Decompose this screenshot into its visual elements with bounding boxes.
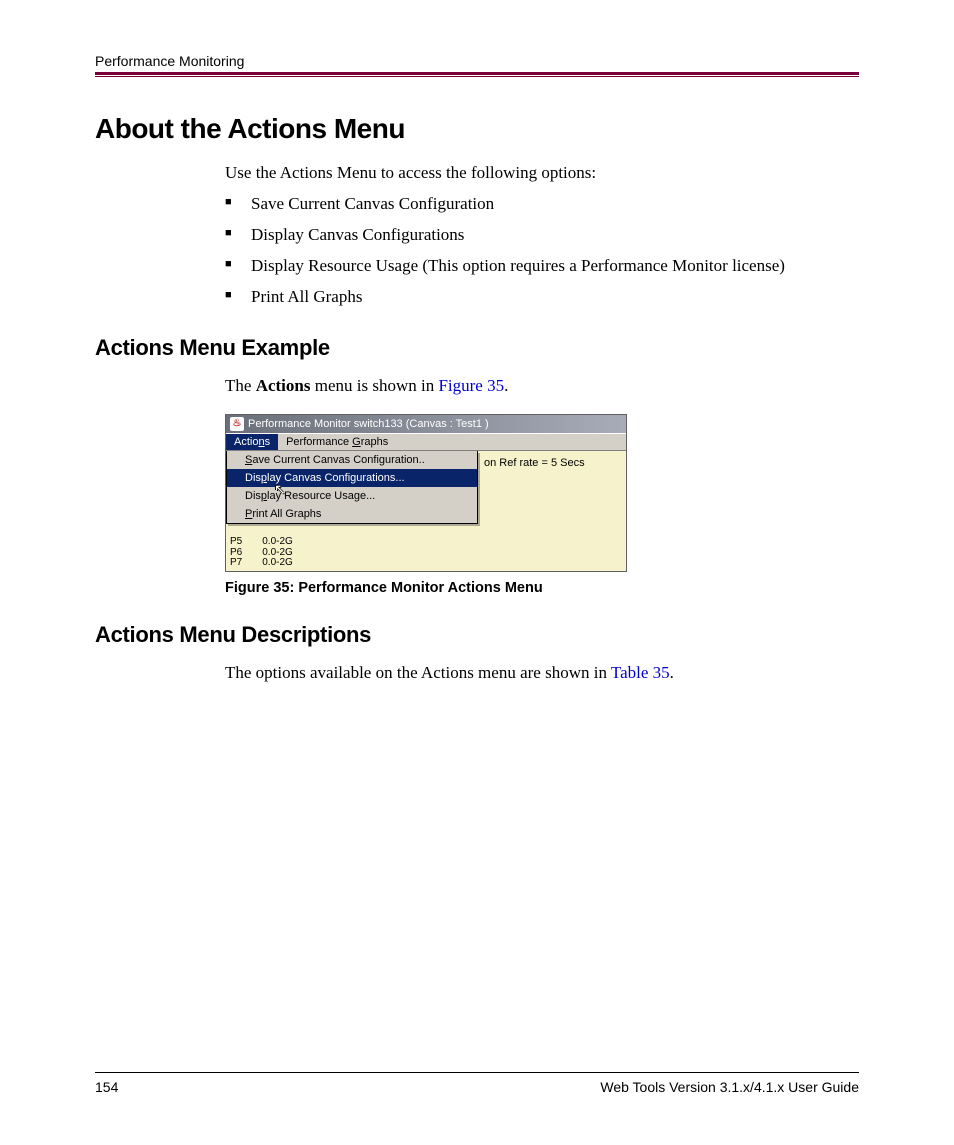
port-label: P7: [230, 558, 242, 569]
bullet-list: Save Current Canvas Configuration Displa…: [225, 193, 859, 309]
page-number: 154: [95, 1079, 118, 1095]
document-title: Web Tools Version 3.1.x/4.1.x User Guide: [600, 1079, 859, 1095]
menu-item-print-all-graphs[interactable]: Print All Graphs: [227, 505, 477, 523]
menu-item-display-canvas-configs[interactable]: Display Canvas Configurations...: [227, 469, 477, 487]
text: .: [670, 663, 674, 682]
text: rint All Graphs: [252, 508, 321, 520]
bold-actions: Actions: [256, 376, 311, 395]
screenshot-window: ♨ Performance Monitor switch133 (Canvas …: [225, 414, 627, 572]
window-titlebar: ♨ Performance Monitor switch133 (Canvas …: [226, 415, 626, 433]
text: lay Canvas Configurations...: [267, 472, 405, 484]
menubar: Actions Performance Graphs: [226, 433, 626, 451]
intro-paragraph: Use the Actions Menu to access the follo…: [225, 163, 859, 183]
window-title-text: Performance Monitor switch133 (Canvas : …: [248, 418, 489, 430]
java-icon: ♨: [230, 417, 244, 431]
mnemonic: G: [352, 436, 361, 448]
subsection-example: Actions Menu Example: [95, 335, 859, 361]
port-row: P7 0.0-2G: [230, 558, 293, 569]
list-item: Display Canvas Configurations: [225, 224, 859, 247]
text: .: [504, 376, 508, 395]
list-item: Save Current Canvas Configuration: [225, 193, 859, 216]
text: Actio: [234, 436, 258, 448]
menu-item-display-resource-usage[interactable]: Display Resource Usage...: [227, 487, 477, 505]
text: ave Current Canvas Configuration..: [252, 454, 424, 466]
header-rule: [95, 72, 859, 75]
text: Performance: [286, 436, 352, 448]
menu-performance-graphs[interactable]: Performance Graphs: [278, 434, 396, 450]
refresh-rate-text: on Ref rate = 5 Secs: [484, 457, 585, 469]
subsection-descriptions: Actions Menu Descriptions: [95, 622, 859, 648]
section-title: About the Actions Menu: [95, 113, 859, 145]
page-footer: 154 Web Tools Version 3.1.x/4.1.x User G…: [95, 1072, 859, 1095]
text: menu is shown in: [310, 376, 438, 395]
figure: ♨ Performance Monitor switch133 (Canvas …: [225, 414, 859, 596]
example-paragraph: The Actions menu is shown in Figure 35.: [225, 375, 859, 398]
list-item: Print All Graphs: [225, 286, 859, 309]
port-list: P50.0-2G P60.0-2G P70.0-2G: [230, 537, 293, 569]
menu-actions[interactable]: Actions: [226, 434, 278, 450]
table-cross-reference[interactable]: Table 35: [611, 663, 670, 682]
text: lay Resource Usage...: [267, 490, 375, 502]
figure-caption: Figure 35: Performance Monitor Actions M…: [225, 580, 859, 596]
text: Dis: [245, 490, 261, 502]
text: Dis: [245, 472, 261, 484]
port-value: 0.0-2G: [262, 558, 293, 569]
footer-rule: [95, 1072, 859, 1073]
running-header: Performance Monitoring: [95, 53, 859, 69]
menu-item-save-canvas[interactable]: Save Current Canvas Configuration..: [227, 451, 477, 469]
text: The options available on the Actions men…: [225, 663, 611, 682]
actions-dropdown: Save Current Canvas Configuration.. Disp…: [226, 451, 478, 524]
text: raphs: [361, 436, 389, 448]
text: s: [265, 436, 271, 448]
figure-cross-reference[interactable]: Figure 35: [438, 376, 504, 395]
text: The: [225, 376, 256, 395]
list-item: Display Resource Usage (This option requ…: [225, 255, 859, 278]
window-body: on Ref rate = 5 Secs Save Current Canvas…: [226, 451, 626, 571]
descriptions-paragraph: The options available on the Actions men…: [225, 662, 859, 685]
